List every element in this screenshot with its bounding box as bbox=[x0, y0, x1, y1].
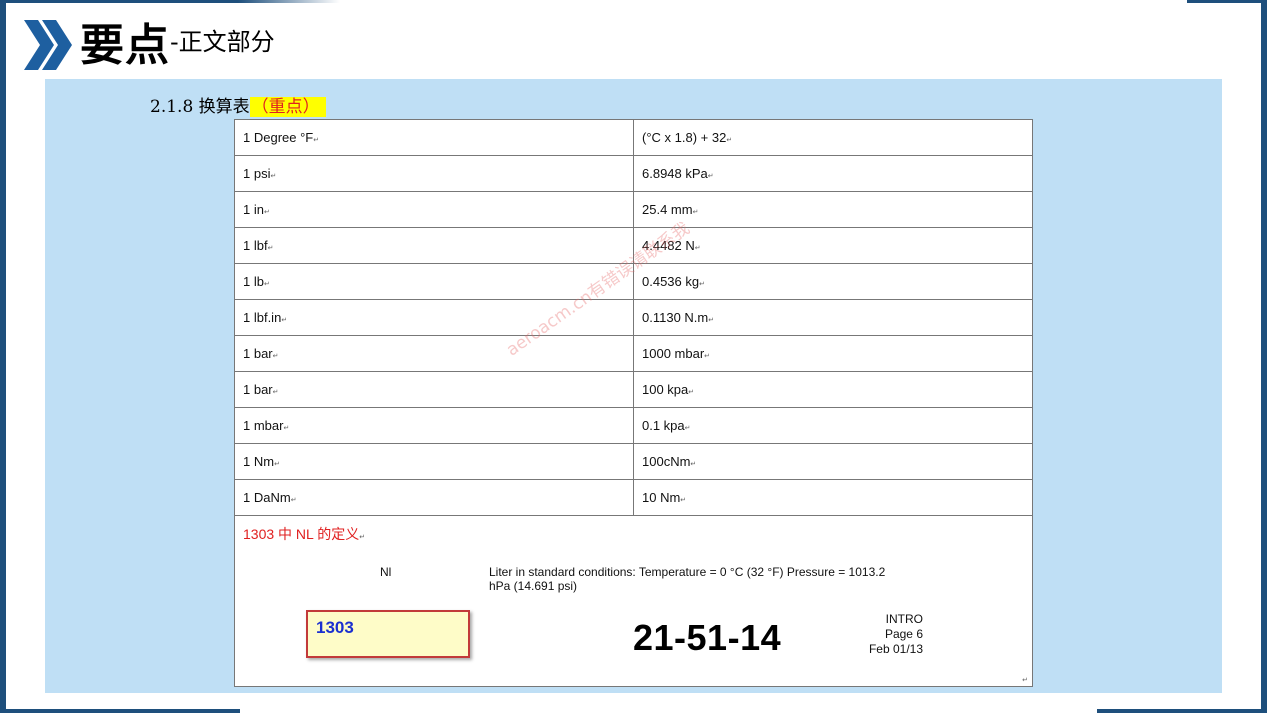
table-row: 1 Degree °F↵ (°C x 1.8) + 32↵ bbox=[235, 120, 1032, 156]
table-row: 1 bar↵ 100 kpa↵ bbox=[235, 372, 1032, 408]
unit-text: 1 mbar bbox=[243, 418, 284, 433]
paragraph-mark-icon: ↵ bbox=[707, 173, 714, 180]
unit-cell: 1 lbf↵ bbox=[235, 228, 634, 263]
paragraph-mark-icon: ↵ bbox=[684, 425, 691, 432]
paragraph-mark-icon: ↵ bbox=[274, 461, 280, 468]
table-row: 1 mbar↵ 0.1 kpa↵ bbox=[235, 408, 1032, 444]
paragraph-mark-icon: ↵ bbox=[263, 209, 270, 216]
paragraph-mark-icon: ↵ bbox=[283, 425, 290, 432]
note-line: 1303 中 NL 的定义↵ bbox=[243, 524, 365, 544]
frame-left-border bbox=[0, 0, 6, 713]
paragraph-mark-icon: ↵ bbox=[699, 281, 705, 288]
value-cell: 0.1 kpa↵ bbox=[634, 408, 1032, 443]
unit-cell: 1 in↵ bbox=[235, 192, 634, 227]
paragraph-mark-icon: ↵ bbox=[726, 137, 733, 144]
nl-term: Nl bbox=[380, 565, 392, 579]
frame-right-border bbox=[1261, 0, 1267, 713]
unit-cell: 1 bar↵ bbox=[235, 372, 634, 407]
paragraph-mark-icon: ↵ bbox=[694, 245, 701, 252]
table-row: 1 Nm↵ 100cNm↵ bbox=[235, 444, 1032, 480]
revision-date: Feb 01/13 bbox=[868, 642, 923, 656]
paragraph-mark-icon: ↵ bbox=[704, 353, 711, 360]
unit-text: 1 Nm bbox=[243, 454, 275, 469]
value-cell: 0.4536 kg↵ bbox=[634, 264, 1032, 299]
value-text: 0.1130 N.m bbox=[642, 310, 709, 325]
paragraph-mark-icon: ↵ bbox=[708, 317, 715, 324]
value-text: 100cNm bbox=[642, 454, 691, 469]
value-cell: 100 kpa↵ bbox=[634, 372, 1032, 407]
value-text: 0.4536 kg bbox=[642, 274, 700, 289]
document-excerpt: 1 Degree °F↵ (°C x 1.8) + 32↵ 1 psi↵ 6.8948… bbox=[234, 119, 1033, 687]
value-cell: 6.8948 kPa↵ bbox=[634, 156, 1032, 191]
unit-text: 1 bar bbox=[243, 382, 273, 397]
unit-cell: 1 bar↵ bbox=[235, 336, 634, 371]
value-text: 100 kpa bbox=[642, 382, 689, 397]
value-cell: 0.1130 N.m↵ bbox=[634, 300, 1032, 335]
frame-bottom-right-border bbox=[1097, 709, 1267, 713]
unit-cell: 1 Nm↵ bbox=[235, 444, 634, 479]
section-heading: 2.1.8 换算表 （重点） bbox=[150, 95, 326, 119]
section-highlight: （重点） bbox=[249, 97, 326, 117]
callout-box: 1303 bbox=[306, 610, 470, 658]
value-cell: 10 Nm↵ bbox=[634, 480, 1032, 515]
unit-cell: 1 Degree °F↵ bbox=[235, 120, 634, 155]
paragraph-mark-icon: ↵ bbox=[680, 497, 687, 504]
value-text: 0.1 kpa bbox=[642, 418, 685, 433]
title-main: 要点 bbox=[80, 20, 170, 71]
page-number: Page 6 bbox=[884, 627, 923, 641]
paragraph-mark-icon: ↵ bbox=[263, 281, 270, 288]
unit-cell: 1 DaNm↵ bbox=[235, 480, 634, 515]
note-text: 1303 中 NL 的定义 bbox=[243, 526, 360, 542]
unit-text: 1 lbf.in bbox=[243, 310, 282, 325]
section-label: INTRO bbox=[885, 612, 923, 626]
paragraph-mark-icon: ↵ bbox=[690, 461, 697, 468]
frame-bottom-left-border bbox=[0, 709, 240, 713]
chapter-number: 21-51-14 bbox=[633, 617, 782, 658]
paragraph-mark-icon: ↵ bbox=[270, 173, 277, 180]
unit-text: 1 lb bbox=[243, 274, 264, 289]
value-text: 1000 mbar bbox=[642, 346, 705, 361]
unit-cell: 1 mbar↵ bbox=[235, 408, 634, 443]
title-sub: -正文部分 bbox=[170, 28, 275, 56]
unit-text: 1 psi bbox=[243, 166, 271, 181]
frame-top-right-border bbox=[1187, 0, 1267, 3]
unit-text: 1 bar bbox=[243, 346, 273, 361]
paragraph-mark-icon: ↵ bbox=[359, 534, 366, 541]
double-chevron-icon bbox=[24, 20, 72, 70]
value-text: 6.8948 kPa bbox=[642, 166, 708, 181]
paragraph-mark-icon: ↵ bbox=[272, 353, 279, 360]
table-row: 1 bar↵ 1000 mbar↵ bbox=[235, 336, 1032, 372]
unit-text: 1 in bbox=[243, 202, 264, 217]
paragraph-mark-icon: ↵ bbox=[290, 497, 297, 504]
value-cell: (°C x 1.8) + 32↵ bbox=[634, 120, 1032, 155]
table-row: 1 lbf.in↵ 0.1130 N.m↵ bbox=[235, 300, 1032, 336]
page-info: INTRO Page 6 Feb 01/13 bbox=[835, 612, 923, 657]
page-title: 要点-正文部分 bbox=[80, 18, 275, 74]
table-row: 1 psi↵ 6.8948 kPa↵ bbox=[235, 156, 1032, 192]
table-row: 1 in↵ 25.4 mm↵ bbox=[235, 192, 1032, 228]
paragraph-mark-icon: ↵ bbox=[272, 389, 279, 396]
paragraph-mark-icon: ↵ bbox=[281, 317, 288, 324]
paragraph-mark-icon: ↵ bbox=[1022, 676, 1028, 684]
value-cell: 1000 mbar↵ bbox=[634, 336, 1032, 371]
value-text: 10 Nm bbox=[642, 490, 681, 505]
frame-top-left-border bbox=[0, 0, 340, 3]
value-cell: 100cNm↵ bbox=[634, 444, 1032, 479]
nl-definition: Liter in standard conditions: Temperatur… bbox=[489, 565, 886, 593]
callout-text: 1303 bbox=[316, 618, 354, 637]
paragraph-mark-icon: ↵ bbox=[688, 389, 695, 396]
section-heading-text: 2.1.8 换算表 bbox=[150, 97, 250, 117]
unit-text: 1 Degree °F bbox=[243, 130, 314, 145]
paragraph-mark-icon: ↵ bbox=[313, 137, 320, 144]
unit-cell: 1 psi↵ bbox=[235, 156, 634, 191]
unit-text: 1 lbf bbox=[243, 238, 268, 253]
table-row: 1 DaNm↵ 10 Nm↵ bbox=[235, 480, 1032, 516]
value-text: (°C x 1.8) + 32 bbox=[642, 130, 727, 145]
unit-text: 1 DaNm bbox=[243, 490, 291, 505]
paragraph-mark-icon: ↵ bbox=[267, 245, 274, 252]
